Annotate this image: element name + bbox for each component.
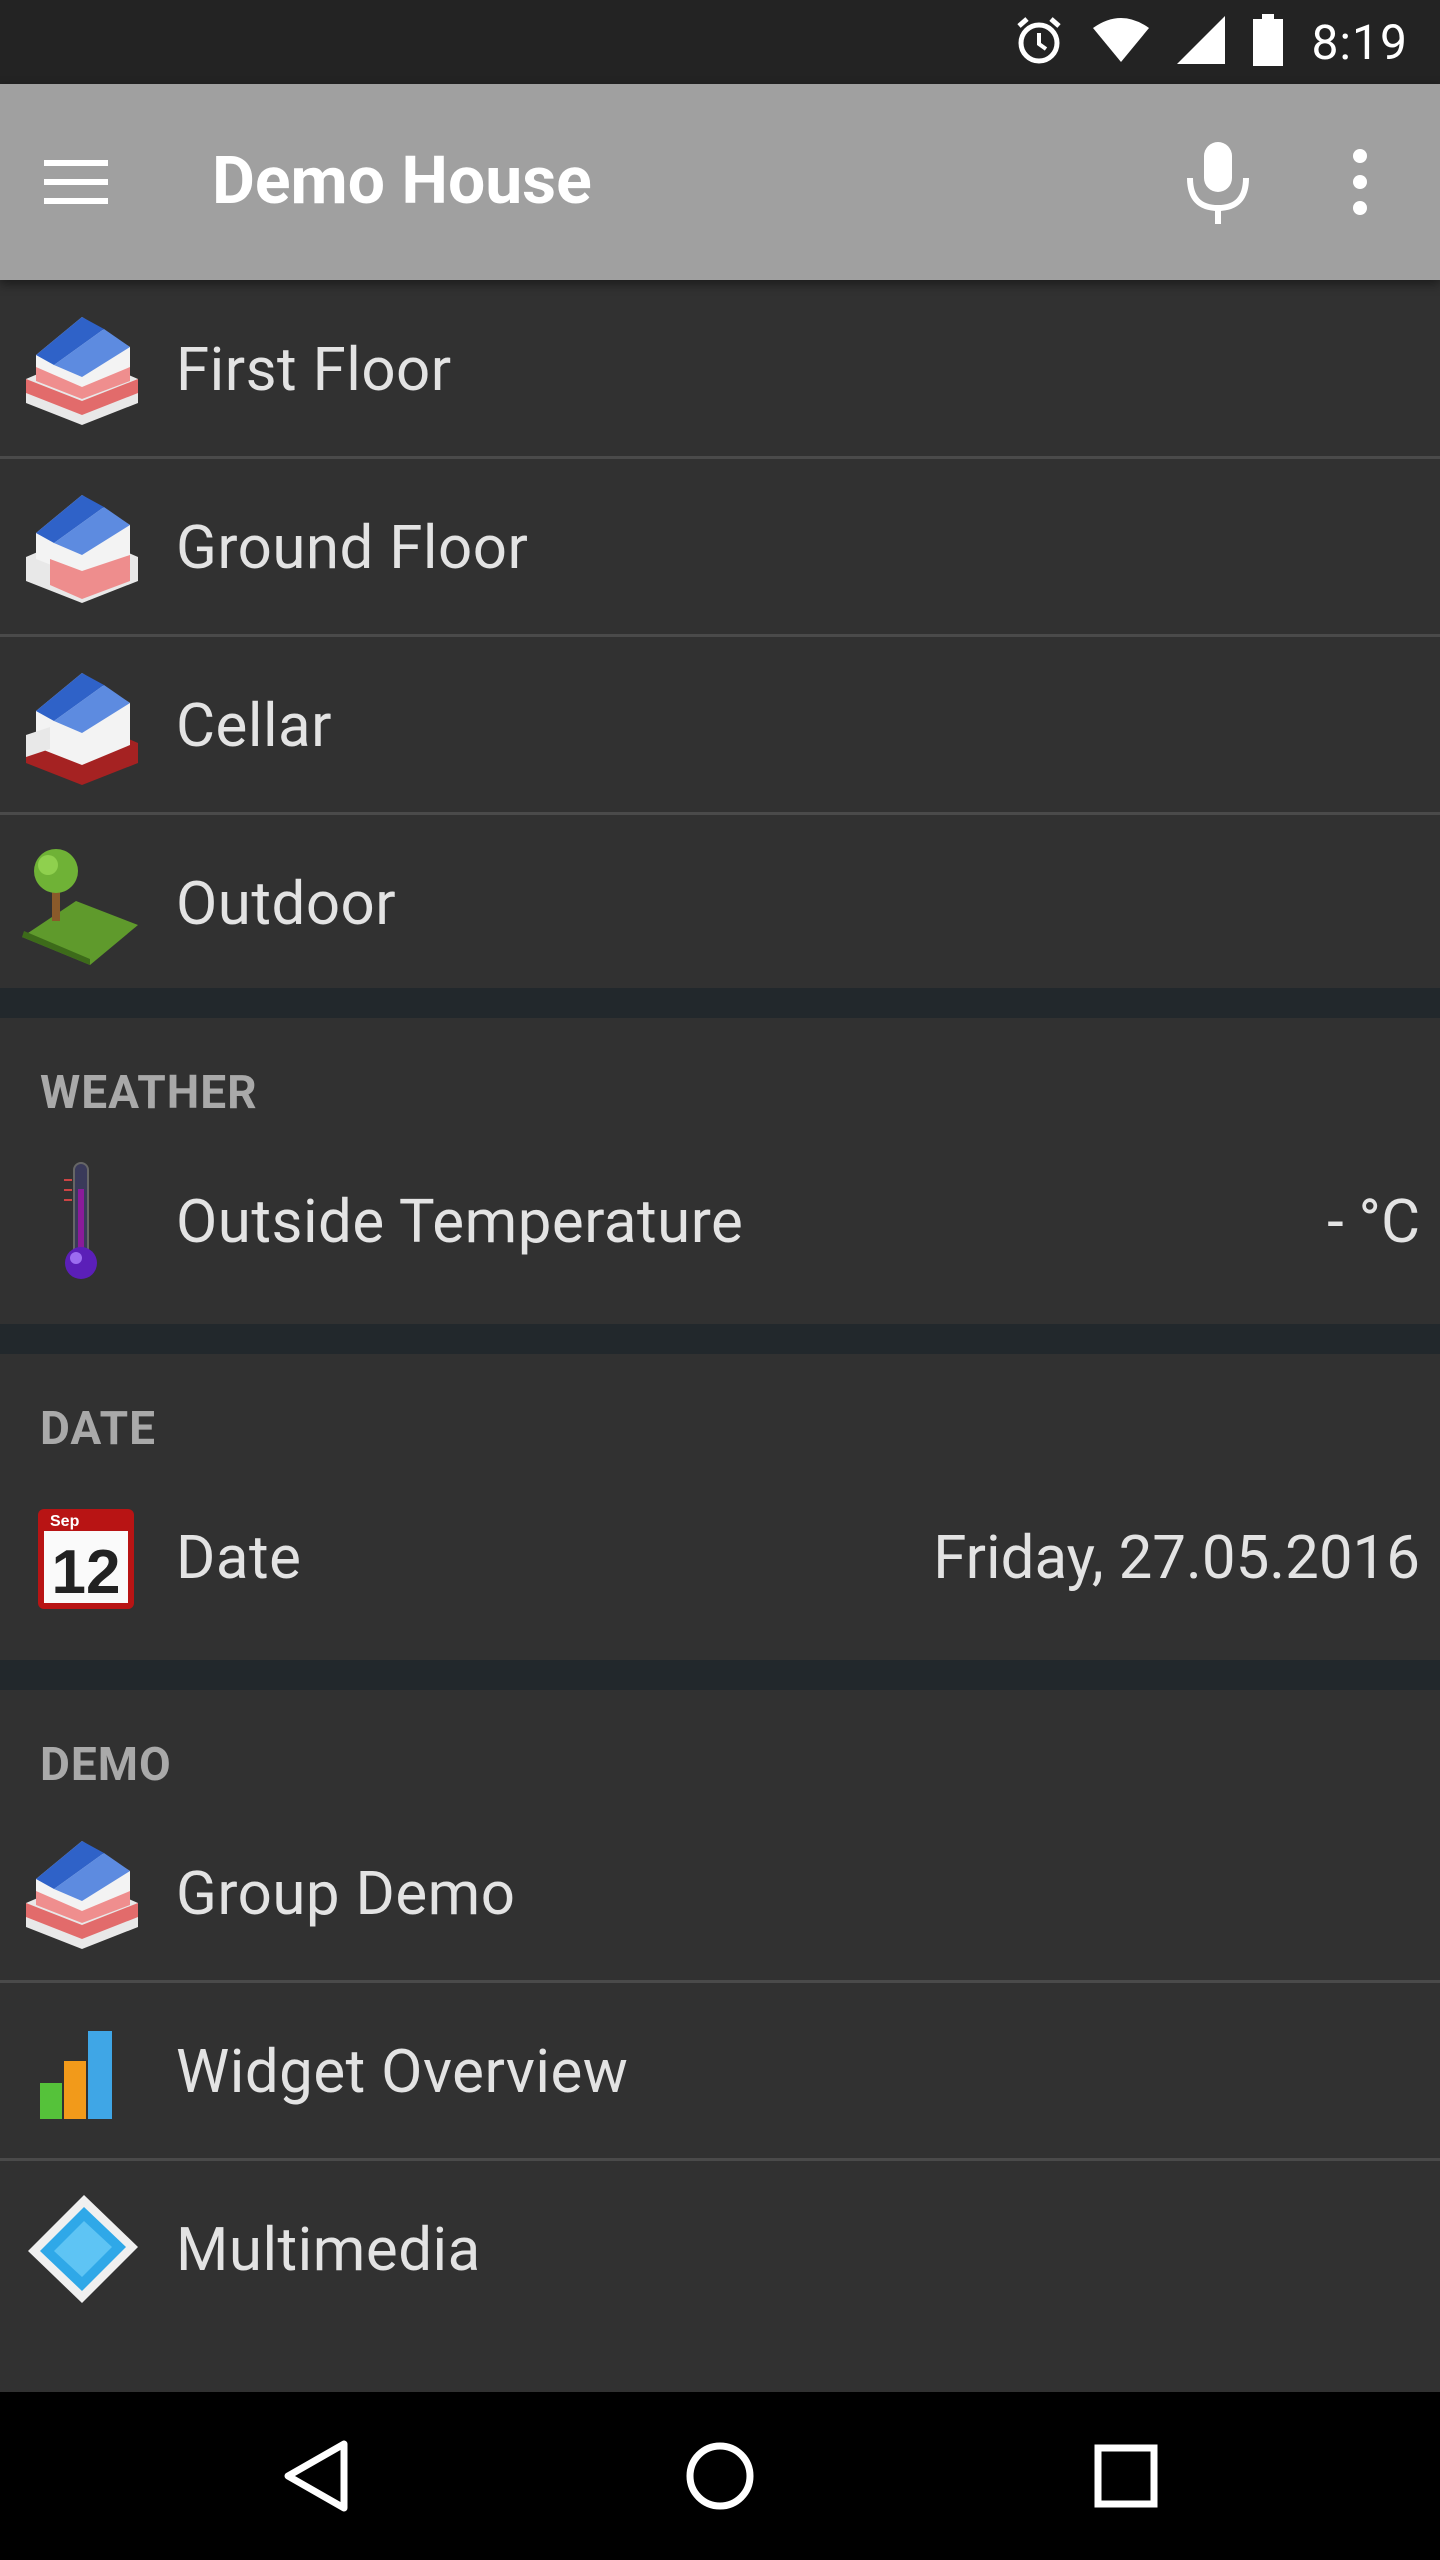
list-item-label: Outside Temperature [176,1185,744,1257]
floors-card: First Floor Ground Floor Cellar Outdoor [0,280,1440,988]
home-icon[interactable] [670,2426,770,2526]
recents-icon[interactable] [1076,2426,1176,2526]
list-item-cellar[interactable]: Cellar [0,636,1440,814]
weather-card: WEATHER Outside Temperature - °C [0,1018,1440,1324]
house-ground-floor-icon [20,485,144,609]
status-time: 8:19 [1311,13,1408,71]
status-bar: 8:19 [0,0,1440,84]
section-header-weather: WEATHER [40,1066,258,1120]
section-gap [0,1324,1440,1354]
back-icon[interactable] [266,2426,366,2526]
page-title: Demo House [212,143,592,220]
section-header-date: DATE [40,1402,156,1456]
date-value: Friday, 27.05.2016 [933,1521,1420,1593]
garden-icon [20,841,144,965]
battery-icon [1253,14,1284,70]
system-nav-bar [0,2392,1440,2560]
calendar-icon-day: 12 [52,1538,121,1607]
wifi-icon [1093,16,1150,68]
list-item-ground-floor[interactable]: Ground Floor [0,458,1440,636]
section-header-demo: DEMO [40,1738,172,1792]
bar-chart-icon [20,2009,144,2133]
list-item-label: Group Demo [176,1857,516,1929]
microphone-icon[interactable] [1170,134,1266,230]
list-item-date[interactable]: Sep 12 Date Friday, 27.05.2016 [0,1468,1440,1646]
calendar-icon: Sep 12 [20,1495,144,1619]
calendar-icon-month: Sep [50,1513,80,1530]
film-strip-icon [20,2187,144,2311]
list-item-multimedia[interactable]: Multimedia [0,2160,1440,2338]
list-item-label: Date [176,1521,302,1593]
demo-card: DEMO Group Demo Widget Overview Multimed… [0,1690,1440,2392]
date-card: DATE Sep 12 Date Friday, 27.05.2016 [0,1354,1440,1660]
list-item-label: Multimedia [176,2213,481,2285]
house-first-floor-icon [20,307,144,431]
list-item-outside-temperature[interactable]: Outside Temperature - °C [0,1132,1440,1310]
temperature-value: - °C [1327,1185,1420,1257]
list-item-label: First Floor [176,333,452,405]
house-cellar-icon [20,663,144,787]
signal-icon [1177,16,1226,68]
list-item-outdoor[interactable]: Outdoor [0,814,1440,992]
list-item-widget-overview[interactable]: Widget Overview [0,1982,1440,2160]
list-item-label: Cellar [176,689,333,761]
thermometer-icon [20,1159,144,1283]
section-gap [0,1660,1440,1690]
list-item-first-floor[interactable]: First Floor [0,280,1440,458]
more-vert-icon[interactable] [1320,134,1400,230]
list-item-group-demo[interactable]: Group Demo [0,1804,1440,1982]
list-item-label: Widget Overview [176,2035,629,2107]
sitemap-content: First Floor Ground Floor Cellar Outdoor … [0,280,1440,2392]
section-gap [0,988,1440,1018]
list-item-label: Outdoor [176,867,397,939]
list-item-label: Ground Floor [176,511,529,583]
alarm-icon [1013,14,1065,70]
app-bar: Demo House [0,84,1440,280]
hamburger-menu-icon[interactable] [40,140,140,224]
house-group-icon [20,1831,144,1955]
